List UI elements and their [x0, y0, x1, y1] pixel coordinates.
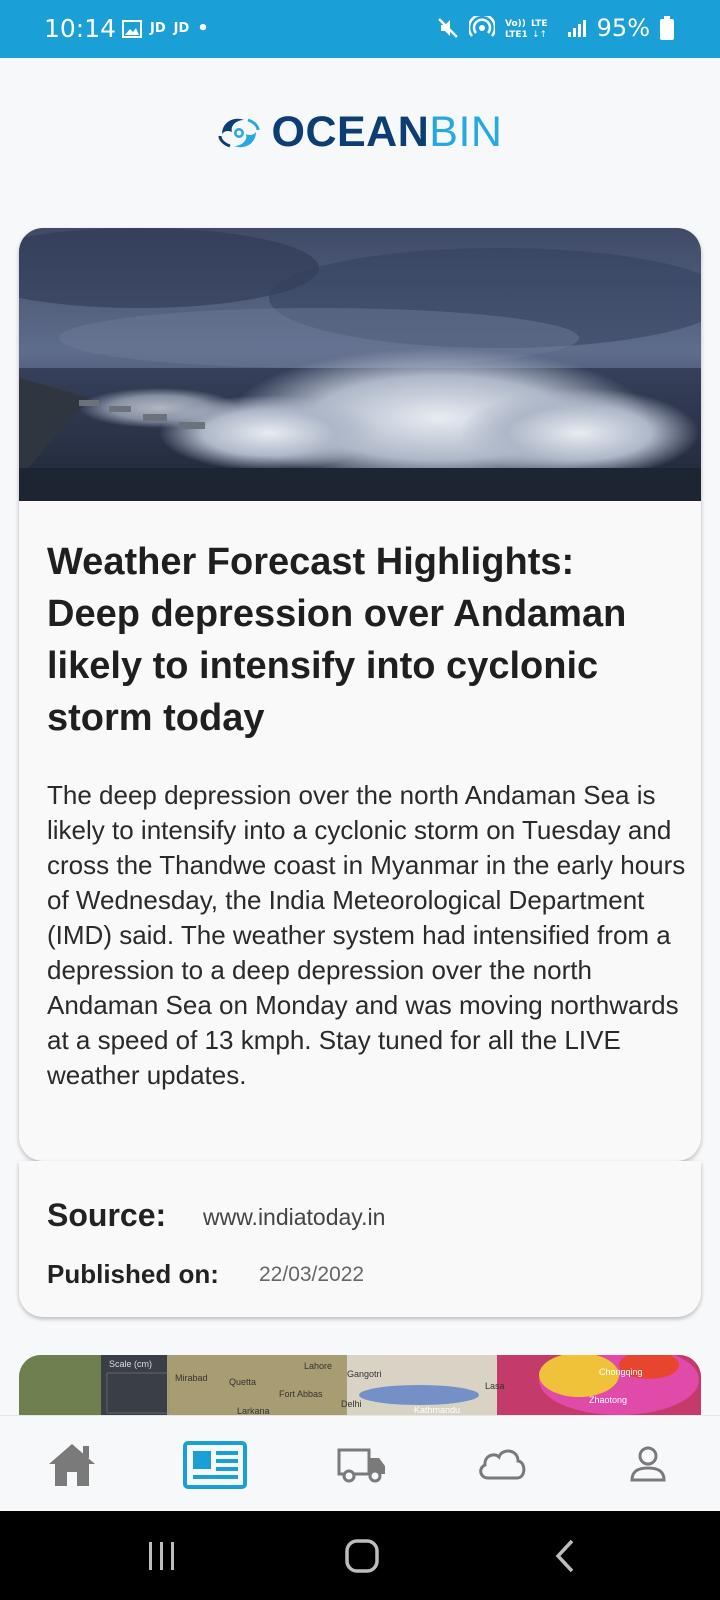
signal-icon [567, 20, 586, 37]
volte-lte-icon: Vo)) LTE1 LTE ↓↑ [505, 19, 548, 40]
map-place: Lasa [485, 1381, 505, 1391]
svg-text:↓↑: ↓↑ [532, 30, 547, 40]
map-place: Larkana [237, 1406, 270, 1415]
svg-text:LTE: LTE [531, 19, 548, 29]
nav-weather[interactable] [474, 1438, 530, 1490]
logo-text: OCEANBIN [272, 108, 503, 157]
waves-logo-icon [218, 118, 259, 147]
status-time: 10:14 [44, 14, 117, 43]
carrier-1: JD [150, 21, 166, 36]
nav-profile[interactable] [620, 1438, 676, 1490]
home-nav-button[interactable] [337, 1533, 387, 1579]
nav-home[interactable] [44, 1438, 100, 1490]
article-meta-card: Source: www.indiatoday.in Published on: … [19, 1161, 701, 1317]
status-right-icons: Vo)) LTE1 LTE ↓↑ 95% [437, 14, 674, 42]
article-title: Weather Forecast Highlights: Deep depres… [47, 541, 627, 739]
map-place: Lahore [304, 1361, 332, 1371]
hotspot-icon [468, 16, 495, 37]
truck-icon [337, 1448, 385, 1483]
nav-news[interactable] [182, 1438, 248, 1490]
map-place: Quetta [229, 1377, 256, 1387]
source-link[interactable]: www.indiatoday.in [203, 1204, 385, 1231]
newspaper-icon [183, 1441, 247, 1489]
back-button[interactable] [540, 1533, 590, 1579]
svg-text:LTE1: LTE1 [505, 30, 528, 40]
weather-map-image[interactable]: Scale (cm) Mirabad Quetta Lahore Fort Ab… [19, 1355, 701, 1415]
home-circle-icon [345, 1539, 379, 1573]
source-label: Source: [47, 1197, 167, 1233]
map-place: Fort Abbas [279, 1389, 323, 1399]
storm-waves-image [19, 228, 701, 501]
map-place: Kathmandu [414, 1405, 460, 1415]
status-left-icons: JD JD • [122, 18, 209, 39]
recents-icon [149, 1542, 174, 1570]
battery-icon [660, 16, 674, 40]
logo-ocean: OCEAN [271, 108, 430, 156]
carrier-2: JD [173, 21, 190, 36]
cloud-icon [479, 1449, 526, 1480]
news-card[interactable]: Weather Forecast Highlights: Deep depres… [19, 228, 701, 1161]
article-body: The deep depression over the north Andam… [47, 780, 686, 1090]
published-label: Published on: [47, 1259, 219, 1289]
system-navigation-bar [0, 1511, 720, 1600]
map-place: Delhi [341, 1399, 362, 1409]
svg-text:Vo)): Vo)) [505, 19, 526, 29]
back-chevron-icon [555, 1539, 574, 1573]
status-bar: 10:14 JD JD • Vo)) LTE1 LTE ↓↑ 95% [0, 0, 720, 58]
battery-percent: 95% [596, 14, 650, 42]
person-icon [630, 1446, 666, 1482]
notification-dot-icon: • [197, 18, 209, 39]
map-place: Zhaotong [589, 1395, 627, 1405]
home-icon [49, 1444, 95, 1486]
app-logo: OCEANBIN [0, 108, 720, 157]
bottom-nav [0, 1415, 720, 1511]
map-place: Gangotri [347, 1369, 382, 1379]
nav-pickup[interactable] [334, 1438, 390, 1490]
gallery-icon [122, 19, 142, 38]
logo-bin: BIN [429, 108, 503, 156]
map-place: Chongqing [599, 1367, 643, 1377]
recents-button[interactable] [137, 1533, 187, 1579]
map-place: Mirabad [175, 1373, 208, 1383]
map-scale-label: Scale (cm) [109, 1359, 152, 1369]
published-date: 22/03/2022 [259, 1263, 365, 1286]
mute-icon [437, 18, 458, 38]
